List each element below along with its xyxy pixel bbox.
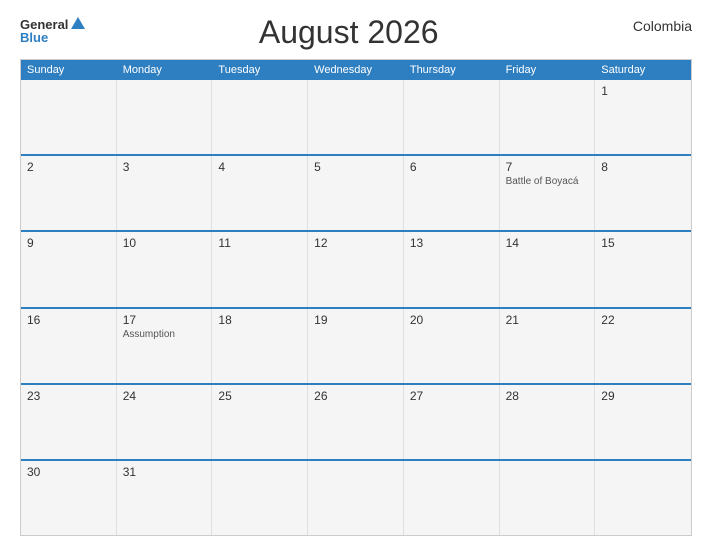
day-cell: [500, 461, 596, 535]
logo: General Blue: [20, 18, 85, 44]
day-number: 13: [410, 236, 493, 250]
day-cell: 29: [595, 385, 691, 459]
day-number: 18: [218, 313, 301, 327]
day-cell: 2: [21, 156, 117, 230]
page: General Blue August 2026 Colombia Sunday…: [0, 0, 712, 550]
weeks: 1234567Battle of Boyacá89101112131415161…: [21, 80, 691, 535]
day-number: 4: [218, 160, 301, 174]
day-cell: 17 Assumption: [117, 309, 213, 383]
day-cell: [404, 461, 500, 535]
day-cell: 12: [308, 232, 404, 306]
header-monday: Monday: [117, 60, 213, 80]
day-cell: [595, 461, 691, 535]
day-cell: 27: [404, 385, 500, 459]
day-cell: [117, 80, 213, 154]
day-cell: [212, 461, 308, 535]
header-thursday: Thursday: [404, 60, 500, 80]
day-number: 19: [314, 313, 397, 327]
day-number: 15: [601, 236, 685, 250]
day-number: 31: [123, 465, 206, 479]
holiday-label: Assumption: [123, 329, 206, 341]
logo-blue-text: Blue: [20, 31, 48, 44]
header: General Blue August 2026 Colombia: [20, 18, 692, 51]
holiday-label: Battle of Boyacá: [506, 176, 589, 188]
day-cell: 10: [117, 232, 213, 306]
week-row: 1: [21, 80, 691, 154]
day-cell: 31: [117, 461, 213, 535]
day-number: 1: [601, 84, 685, 98]
day-cell: [404, 80, 500, 154]
day-cell: 16: [21, 309, 117, 383]
day-cell: 3: [117, 156, 213, 230]
day-number: 23: [27, 389, 110, 403]
day-cell: [308, 461, 404, 535]
country-label: Colombia: [612, 18, 692, 34]
day-number: 6: [410, 160, 493, 174]
day-cell: 1: [595, 80, 691, 154]
day-cell: 23: [21, 385, 117, 459]
day-cell: 26: [308, 385, 404, 459]
day-headers: Sunday Monday Tuesday Wednesday Thursday…: [21, 60, 691, 80]
day-number: 16: [27, 313, 110, 327]
day-number: 27: [410, 389, 493, 403]
header-saturday: Saturday: [595, 60, 691, 80]
day-cell: [21, 80, 117, 154]
day-cell: 7 Battle of Boyacá: [500, 156, 596, 230]
day-number: 9: [27, 236, 110, 250]
day-cell: [308, 80, 404, 154]
calendar-title: August 2026: [85, 14, 612, 51]
day-number: 22: [601, 313, 685, 327]
header-wednesday: Wednesday: [308, 60, 404, 80]
day-number: 3: [123, 160, 206, 174]
day-number: 30: [27, 465, 110, 479]
day-cell: 14: [500, 232, 596, 306]
day-cell: 25: [212, 385, 308, 459]
day-number: 11: [218, 236, 301, 250]
day-cell: [500, 80, 596, 154]
week-row: 23 24 25 26 27 28 29: [21, 383, 691, 459]
day-number: 24: [123, 389, 206, 403]
day-number: 28: [506, 389, 589, 403]
day-cell: 30: [21, 461, 117, 535]
logo-triangle-icon: [71, 17, 85, 29]
day-number: 17: [123, 313, 206, 327]
header-tuesday: Tuesday: [212, 60, 308, 80]
day-cell: 4: [212, 156, 308, 230]
day-cell: 20: [404, 309, 500, 383]
day-cell: 8: [595, 156, 691, 230]
day-cell: [212, 80, 308, 154]
header-friday: Friday: [500, 60, 596, 80]
day-number: 29: [601, 389, 685, 403]
day-number: 2: [27, 160, 110, 174]
day-cell: 28: [500, 385, 596, 459]
day-cell: 19: [308, 309, 404, 383]
day-number: 8: [601, 160, 685, 174]
day-number: 5: [314, 160, 397, 174]
day-number: 20: [410, 313, 493, 327]
day-cell: 15: [595, 232, 691, 306]
day-number: 7: [506, 160, 589, 174]
day-number: 10: [123, 236, 206, 250]
week-row: 234567 Battle of Boyacá 8: [21, 154, 691, 230]
week-row: 16 17 Assumption 18 19 20 21 22: [21, 307, 691, 383]
week-row: 9 10 11 12 13 14 15: [21, 230, 691, 306]
week-row: 30 31: [21, 459, 691, 535]
day-cell: 11: [212, 232, 308, 306]
day-cell: 24: [117, 385, 213, 459]
day-cell: 13: [404, 232, 500, 306]
day-cell: 22: [595, 309, 691, 383]
day-number: 25: [218, 389, 301, 403]
day-cell: 21: [500, 309, 596, 383]
day-number: 26: [314, 389, 397, 403]
day-cell: 6: [404, 156, 500, 230]
day-number: 12: [314, 236, 397, 250]
day-cell: 9: [21, 232, 117, 306]
day-number: 21: [506, 313, 589, 327]
day-cell: 5: [308, 156, 404, 230]
day-cell: 18: [212, 309, 308, 383]
day-number: 14: [506, 236, 589, 250]
header-sunday: Sunday: [21, 60, 117, 80]
calendar: Sunday Monday Tuesday Wednesday Thursday…: [20, 59, 692, 536]
